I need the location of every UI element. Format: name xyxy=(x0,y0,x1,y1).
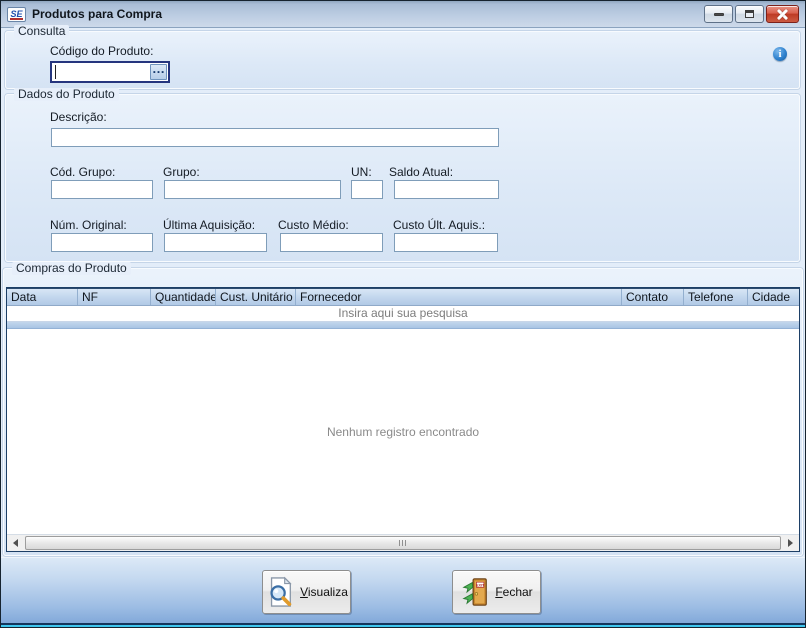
column-header-telefone[interactable]: Telefone xyxy=(683,289,747,305)
grid-header-row: Data NF Quantidade Cust. Unitário Fornec… xyxy=(7,288,799,306)
preview-document-magnifier-icon xyxy=(265,576,295,608)
descricao-label: Descrição: xyxy=(50,110,107,124)
group-consulta: Consulta Código do Produto: … i xyxy=(5,31,800,89)
column-header-quantidade[interactable]: Quantidade xyxy=(150,289,215,305)
maximize-icon xyxy=(745,10,754,18)
close-icon xyxy=(777,9,788,20)
group-dados-legend: Dados do Produto xyxy=(14,88,119,101)
grid-group-band xyxy=(7,322,799,329)
footer-panel: Visualiza EXIT Fechar xyxy=(1,557,805,623)
custo-medio-label: Custo Médio: xyxy=(278,218,349,232)
scroll-right-button[interactable] xyxy=(782,535,799,551)
saldo-atual-label: Saldo Atual: xyxy=(389,165,453,179)
horizontal-scrollbar[interactable] xyxy=(7,534,799,551)
saldo-atual-input[interactable] xyxy=(394,180,499,199)
scroll-right-arrow-icon xyxy=(788,539,793,547)
descricao-input[interactable] xyxy=(51,128,499,147)
group-compras-legend: Compras do Produto xyxy=(12,262,131,275)
scrollbar-thumb[interactable] xyxy=(25,536,781,550)
codigo-produto-field: … xyxy=(50,61,170,83)
cod-grupo-label: Cód. Grupo: xyxy=(50,165,115,179)
un-label: UN: xyxy=(351,165,372,179)
column-header-nf[interactable]: NF xyxy=(77,289,150,305)
info-icon[interactable]: i xyxy=(773,47,787,61)
num-original-input[interactable] xyxy=(51,233,153,252)
codigo-produto-label: Código do Produto: xyxy=(50,44,153,58)
visualiza-label: Visualiza xyxy=(300,585,348,599)
window-bottom-accent xyxy=(1,625,805,627)
fechar-label: Fechar xyxy=(495,585,532,599)
group-consulta-legend: Consulta xyxy=(14,25,69,38)
codigo-produto-input[interactable] xyxy=(52,63,150,81)
compras-grid: Data NF Quantidade Cust. Unitário Fornec… xyxy=(6,287,800,552)
un-input[interactable] xyxy=(351,180,383,199)
fechar-button[interactable]: EXIT Fechar xyxy=(452,570,541,614)
scroll-left-button[interactable] xyxy=(7,535,24,551)
grupo-label: Grupo: xyxy=(163,165,200,179)
minimize-button[interactable] xyxy=(704,5,733,23)
custo-ult-aquis-label: Custo Últ. Aquis.: xyxy=(393,218,485,232)
column-header-data[interactable]: Data xyxy=(7,289,77,305)
text-caret xyxy=(55,65,56,79)
exit-door-icon: EXIT xyxy=(460,576,490,608)
scroll-left-arrow-icon xyxy=(13,539,18,547)
title-bar[interactable]: SE Produtos para Compra xyxy=(1,1,805,28)
maximize-button[interactable] xyxy=(735,5,764,23)
grid-search-row[interactable]: Insira aqui sua pesquisa xyxy=(7,306,799,322)
app-logo-icon: SE xyxy=(7,7,26,22)
cod-grupo-input[interactable] xyxy=(51,180,153,199)
group-compras-produto: Compras do Produto Data NF Quantidade Cu… xyxy=(3,268,803,556)
scrollbar-track[interactable] xyxy=(24,535,782,551)
group-dados-produto: Dados do Produto Descrição: Cód. Grupo: … xyxy=(5,94,800,262)
close-button[interactable] xyxy=(766,5,799,23)
window-title: Produtos para Compra xyxy=(32,7,162,21)
grid-body: Nenhum registro encontrado xyxy=(7,329,799,534)
lookup-ellipsis-button[interactable]: … xyxy=(150,64,167,80)
svg-text:EXIT: EXIT xyxy=(476,583,485,587)
num-original-label: Núm. Original: xyxy=(50,218,127,232)
column-header-cust-unitario[interactable]: Cust. Unitário xyxy=(215,289,295,305)
column-header-cidade[interactable]: Cidade xyxy=(747,289,799,305)
window-controls xyxy=(704,5,799,23)
column-header-fornecedor[interactable]: Fornecedor xyxy=(295,289,621,305)
app-window: SE Produtos para Compra Consulta Código … xyxy=(0,0,806,628)
ultima-aquisicao-label: Última Aquisição: xyxy=(163,218,255,232)
grupo-input[interactable] xyxy=(164,180,341,199)
visualiza-button[interactable]: Visualiza xyxy=(262,570,351,614)
minimize-icon xyxy=(714,13,724,16)
ultima-aquisicao-input[interactable] xyxy=(164,233,267,252)
column-header-contato[interactable]: Contato xyxy=(621,289,683,305)
custo-medio-input[interactable] xyxy=(280,233,383,252)
custo-ult-aquis-input[interactable] xyxy=(394,233,498,252)
empty-records-message: Nenhum registro encontrado xyxy=(327,425,479,439)
